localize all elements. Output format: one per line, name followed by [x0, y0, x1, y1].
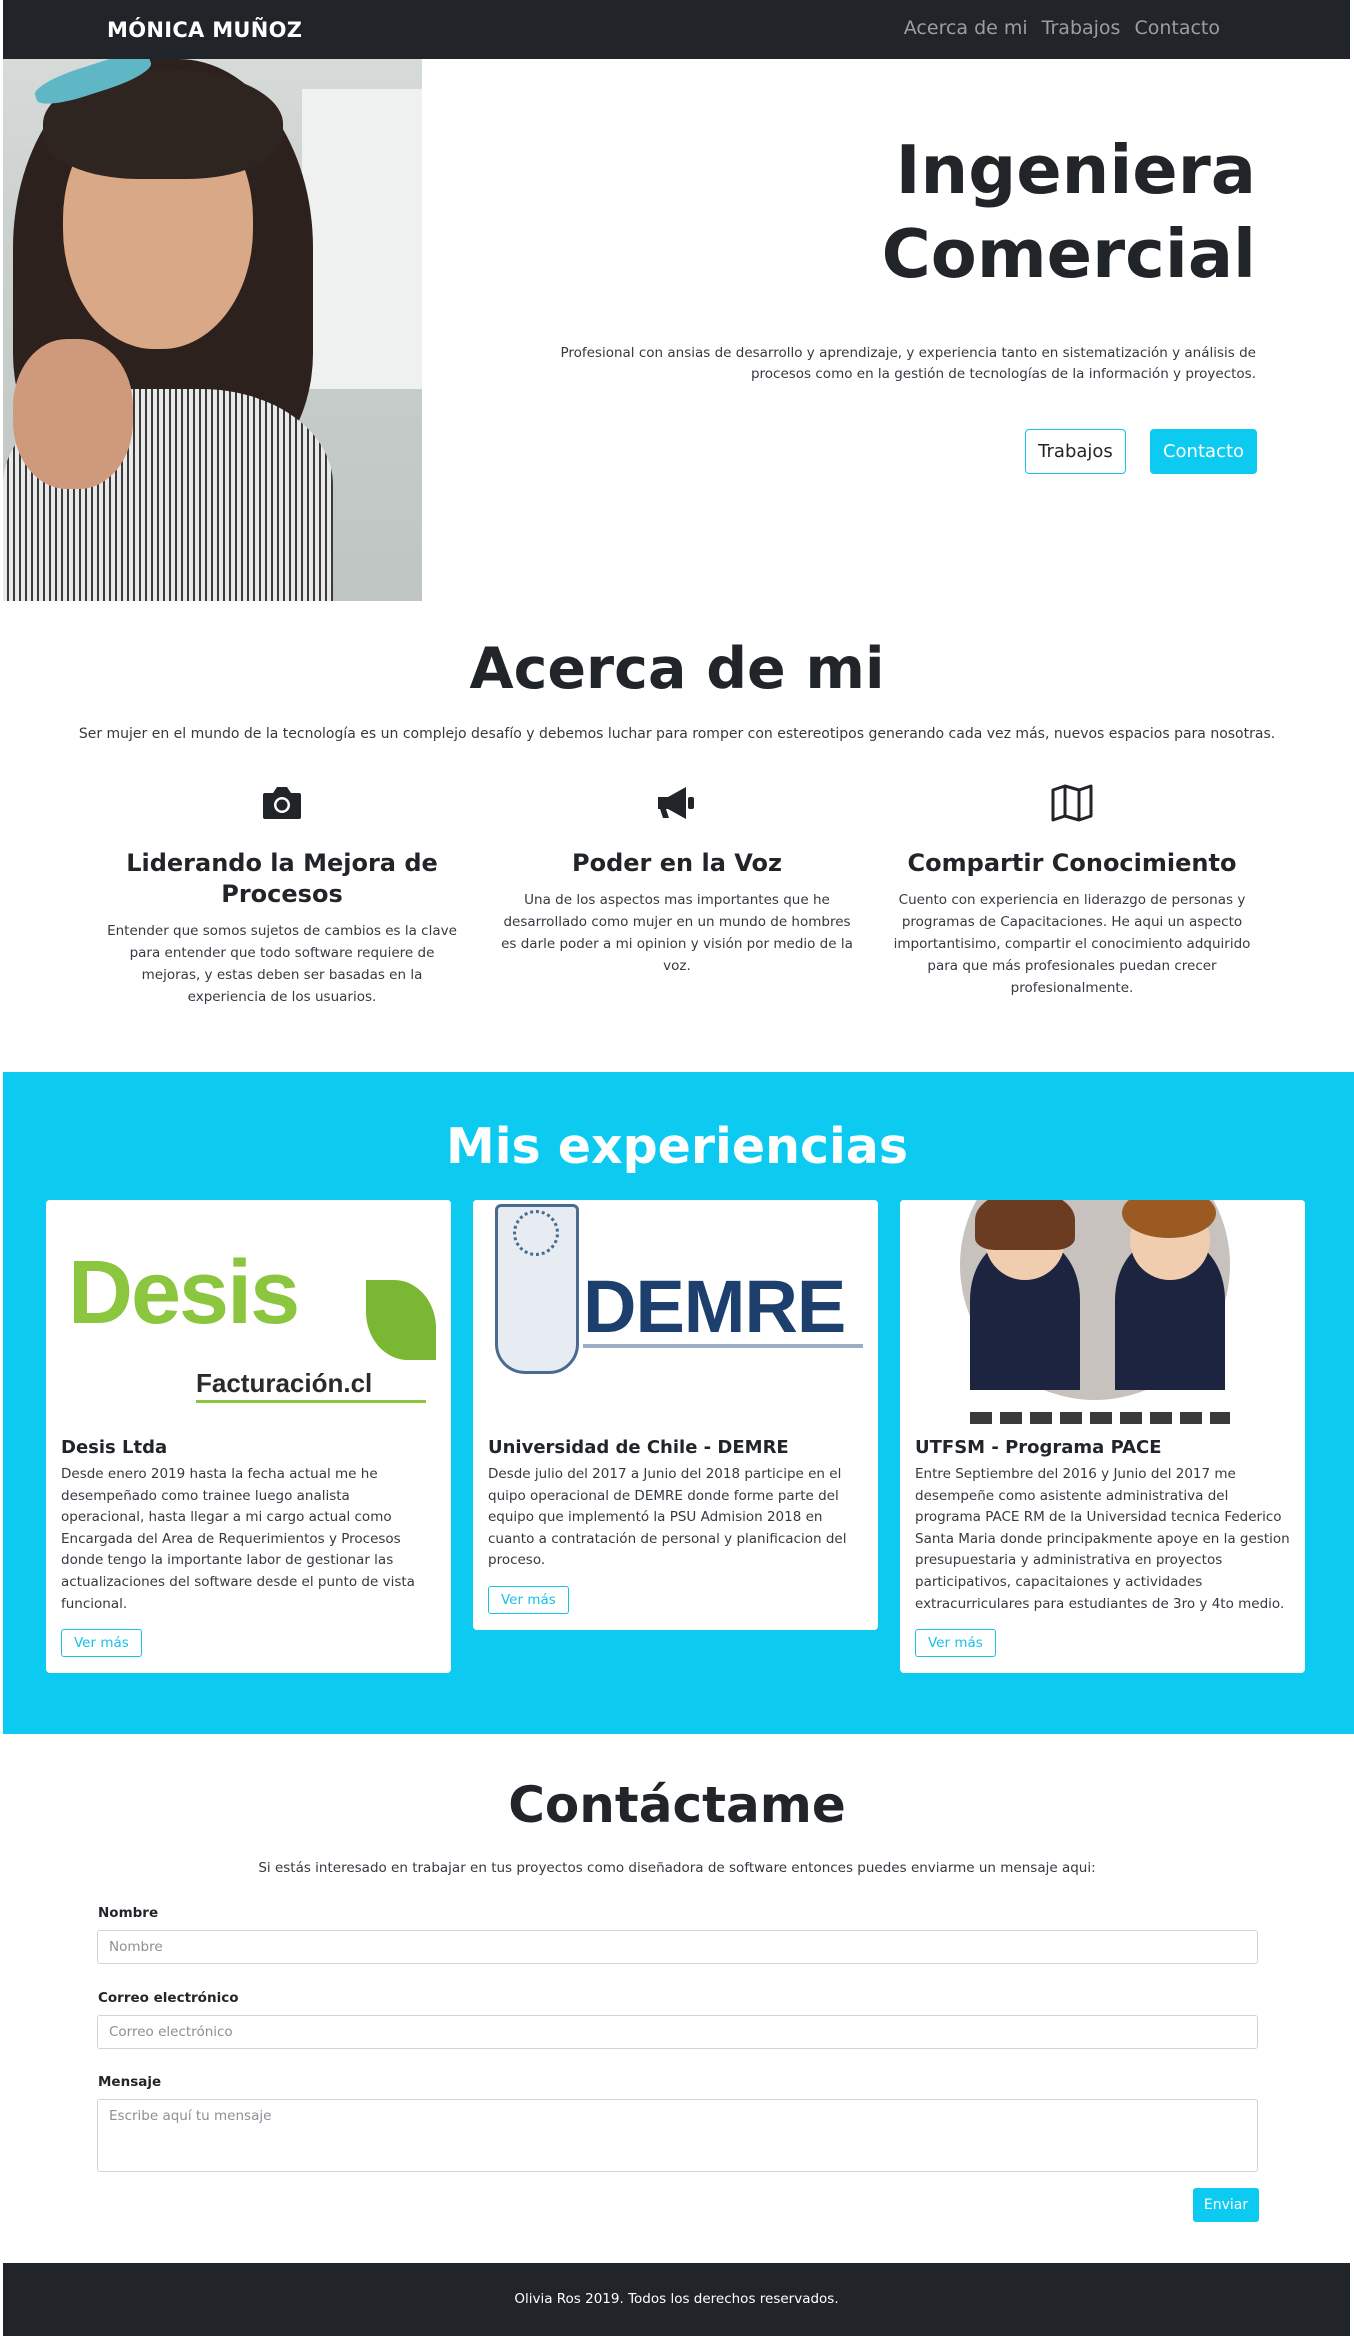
see-more-button[interactable]: Ver más: [915, 1629, 996, 1658]
name-field[interactable]: Nombre: [97, 1930, 1258, 1964]
feature-text: Entender que somos sujetos de cambios es…: [107, 923, 457, 1005]
nav-links: Acerca de mi Trabajos Contacto: [904, 17, 1220, 39]
pace-illustration: [900, 1200, 1305, 1424]
hero-description: Profesional con ansias de desarrollo y a…: [560, 345, 1256, 382]
feature-knowledge: Compartir Conocimiento Cuento con experi…: [886, 780, 1258, 999]
message-field[interactable]: Escribe aquí tu mensaje: [97, 2099, 1258, 2172]
camera-icon: [259, 780, 305, 826]
card-text: Entre Septiembre del 2016 y Junio del 20…: [915, 1466, 1290, 1612]
megaphone-icon: [654, 780, 700, 826]
brand-name[interactable]: MÓNICA MUÑOZ: [107, 18, 302, 42]
feature-title: Compartir Conocimiento: [907, 849, 1237, 877]
card-title: UTFSM - Programa PACE: [915, 1437, 1162, 1458]
email-label: Correo electrónico: [98, 1990, 239, 2006]
feature-text: Una de los aspectos mas importantes que …: [501, 892, 853, 974]
experiences-title: Mis experiencias: [445, 1118, 909, 1175]
contact-subtitle: Si estás interesado en trabajar en tus p…: [258, 1860, 1096, 1876]
footer: Olivia Ros 2019. Todos los derechos rese…: [3, 2263, 1350, 2336]
about-subtitle: Ser mujer en el mundo de la tecnología e…: [78, 726, 1276, 742]
experience-card-demre: DEMRE Universidad de Chile - DEMRE Desde…: [473, 1200, 878, 1630]
nav-link-works[interactable]: Trabajos: [1042, 17, 1121, 39]
contact-button[interactable]: Contacto: [1150, 429, 1257, 474]
works-button[interactable]: Trabajos: [1025, 429, 1126, 474]
feature-title: Liderando la Mejora de Procesos: [126, 849, 438, 908]
navbar: MÓNICA MUÑOZ Acerca de mi Trabajos Conta…: [3, 0, 1350, 59]
contact-title: Contáctame: [508, 1776, 846, 1834]
feature-process: Liderando la Mejora de Procesos Entender…: [96, 780, 468, 1008]
message-label: Mensaje: [98, 2074, 162, 2090]
experience-card-desis: Desis Facturación.cl Desis Ltda Desde en…: [46, 1200, 451, 1674]
experience-card-pace: UTFSM - Programa PACE Entre Septiembre d…: [900, 1200, 1305, 1674]
feature-text: Cuento con experiencia en liderazgo de p…: [893, 892, 1251, 996]
email-field[interactable]: Correo electrónico: [97, 2015, 1258, 2049]
card-title: Desis Ltda: [61, 1437, 168, 1458]
feature-voice: Poder en la Voz Una de los aspectos mas …: [491, 780, 863, 977]
nav-link-about[interactable]: Acerca de mi: [904, 17, 1028, 39]
hero-title: Ingeniera Comercial: [881, 131, 1256, 293]
card-title: Universidad de Chile - DEMRE: [488, 1437, 789, 1458]
about-title: Acerca de mi: [469, 636, 885, 702]
card-text: Desde enero 2019 hasta la fecha actual m…: [61, 1466, 415, 1612]
card-text: Desde julio del 2017 a Junio del 2018 pa…: [488, 1466, 847, 1569]
see-more-button[interactable]: Ver más: [61, 1629, 142, 1658]
desis-logo: Desis Facturación.cl: [46, 1200, 451, 1424]
feature-title: Poder en la Voz: [572, 849, 782, 877]
profile-photo: [3, 59, 422, 601]
demre-logo: DEMRE: [473, 1200, 878, 1424]
name-label: Nombre: [98, 1905, 159, 1921]
footer-text: Olivia Ros 2019. Todos los derechos rese…: [514, 2291, 839, 2307]
see-more-button[interactable]: Ver más: [488, 1585, 569, 1614]
send-button[interactable]: Enviar: [1193, 2188, 1259, 2222]
nav-link-contact[interactable]: Contacto: [1134, 17, 1220, 39]
map-icon: [1049, 780, 1095, 826]
